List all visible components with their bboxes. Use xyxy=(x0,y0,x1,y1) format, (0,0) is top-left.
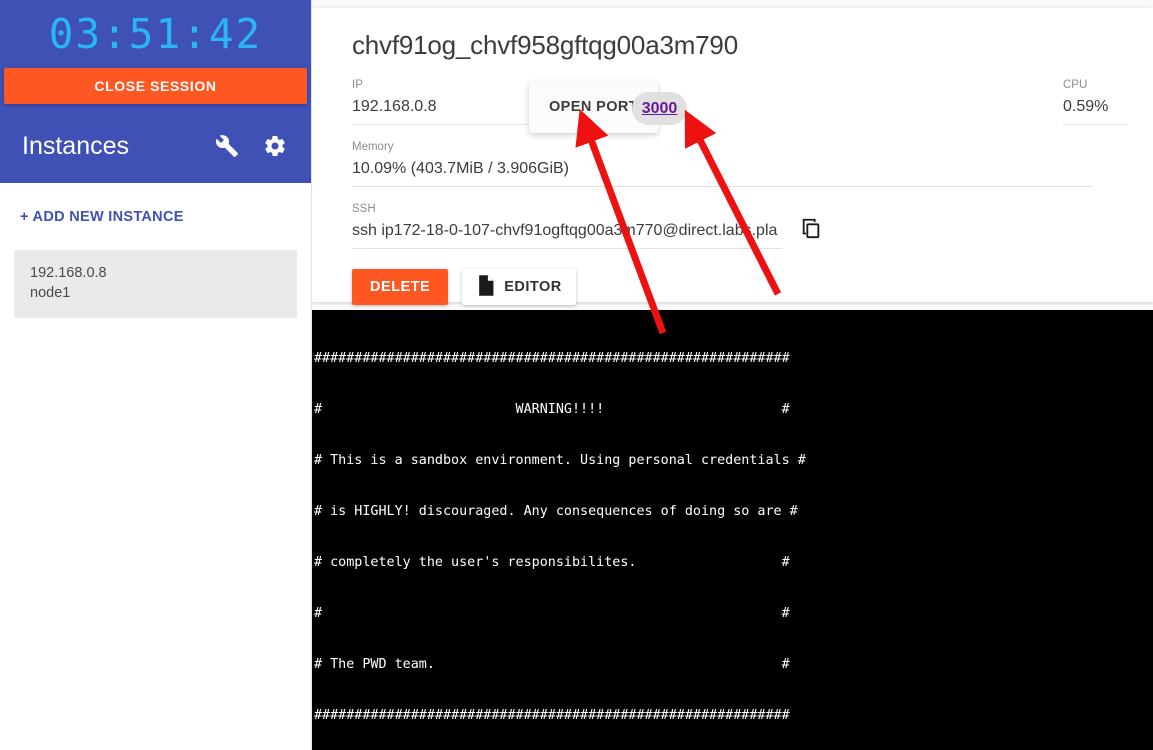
app-root: 03:51:42 CLOSE SESSION Instances + ADD N… xyxy=(0,0,1153,750)
terminal-banner-line: # This is a sandbox environment. Using p… xyxy=(314,453,806,468)
close-session-button[interactable]: CLOSE SESSION xyxy=(4,68,307,104)
main-panel: chvf91og_chvf958gftqg00a3m790 IP 192.168… xyxy=(312,0,1153,750)
wrench-icon[interactable] xyxy=(213,132,241,160)
cpu-value: 0.59% xyxy=(1063,98,1109,115)
terminal-banner-line: # # xyxy=(314,606,790,621)
terminal-banner-line: # The PWD team. # xyxy=(314,657,790,672)
cpu-label: CPU xyxy=(1063,79,1088,91)
session-info-card: chvf91og_chvf958gftqg00a3m790 IP 192.168… xyxy=(312,8,1153,305)
ssh-label: SSH xyxy=(352,203,376,215)
memory-field: Memory 10.09% (403.7MiB / 3.906GiB) xyxy=(352,139,1092,187)
copy-icon[interactable] xyxy=(798,215,824,241)
port-3000-link[interactable]: 3000 xyxy=(642,100,678,118)
terminal-banner-line: # is HIGHLY! discouraged. Any consequenc… xyxy=(314,504,798,519)
memory-row: Memory 10.09% (403.7MiB / 3.906GiB) xyxy=(332,139,1127,201)
terminal-banner-line: # WARNING!!!! # xyxy=(314,402,790,417)
ip-cpu-row: IP 192.168.0.8 CPU 0.59% xyxy=(332,77,1127,139)
instance-name: node1 xyxy=(30,285,71,301)
cpu-field: CPU 0.59% xyxy=(1063,77,1127,125)
terminal-output[interactable]: ########################################… xyxy=(312,310,1153,750)
page-title: chvf91og_chvf958gftqg00a3m790 xyxy=(352,30,738,60)
instances-header: Instances xyxy=(0,104,311,166)
terminal-banner-line: # completely the user's responsibilites.… xyxy=(314,555,790,570)
session-timer: 03:51:42 xyxy=(48,10,263,58)
instance-ip: 192.168.0.8 xyxy=(30,265,107,281)
ip-label: IP xyxy=(352,79,363,91)
instances-title: Instances xyxy=(22,131,130,160)
document-icon xyxy=(476,274,495,300)
port-3000-pill[interactable]: 3000 xyxy=(632,92,687,125)
delete-button[interactable]: DELETE xyxy=(352,269,449,305)
ssh-row: SSH ssh ip172-18-0-107-chvf91ogftqg00a3m… xyxy=(332,201,1127,263)
open-port-label: OPEN PORT xyxy=(549,99,638,115)
gear-icon[interactable] xyxy=(261,132,289,160)
sidebar-body: + ADD NEW INSTANCE 192.168.0.8 node1 xyxy=(0,183,311,318)
editor-button-label: EDITOR xyxy=(504,279,562,295)
editor-button[interactable]: EDITOR xyxy=(462,269,576,305)
sidebar: 03:51:42 CLOSE SESSION Instances + ADD N… xyxy=(0,0,312,750)
ssh-value[interactable]: ssh ip172-18-0-107-chvf91ogftqg00a3m770@… xyxy=(352,219,782,242)
instance-list-item-node1[interactable]: 192.168.0.8 node1 xyxy=(14,250,297,318)
sidebar-header: 03:51:42 CLOSE SESSION Instances xyxy=(0,0,311,183)
ip-value: 192.168.0.8 xyxy=(352,98,437,115)
action-buttons: DELETE EDITOR xyxy=(332,269,1127,305)
ssh-field: SSH ssh ip172-18-0-107-chvf91ogftqg00a3m… xyxy=(352,201,782,249)
ip-field: IP 192.168.0.8 xyxy=(352,77,542,125)
terminal-banner-line: ########################################… xyxy=(314,708,790,723)
memory-value: 10.09% (403.7MiB / 3.906GiB) xyxy=(352,160,570,177)
add-new-instance-button[interactable]: + ADD NEW INSTANCE xyxy=(0,183,184,225)
terminal-banner-line: ########################################… xyxy=(314,351,790,366)
memory-label: Memory xyxy=(352,141,394,153)
